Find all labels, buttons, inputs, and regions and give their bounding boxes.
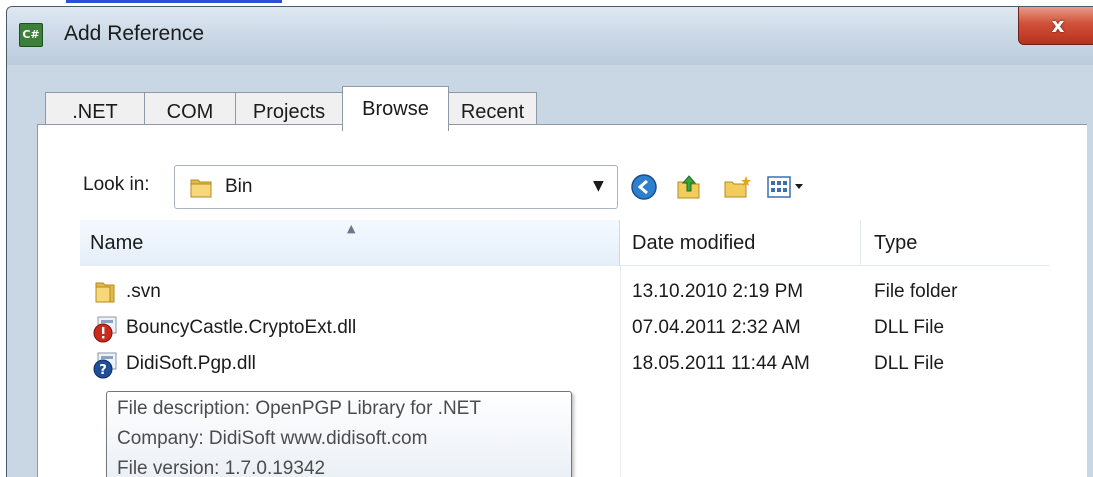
svg-text:?: ? [99,363,107,378]
file-row-bouncycastle[interactable]: BouncyCastle.CryptoExt.dll 07.04.2011 2:… [80,311,1050,347]
back-icon[interactable] [630,173,658,201]
column-divider [860,220,861,266]
tooltip-version: File version: 1.7.0.19342 [117,458,326,477]
file-type: File folder [874,281,958,302]
top-link-underline [66,0,282,3]
look-in-label: Look in: [83,174,150,195]
new-folder-icon[interactable] [722,173,752,201]
file-info-tooltip: File description: OpenPGP Library for .N… [106,391,572,477]
file-row-didisoft[interactable]: ? DidiSoft.Pgp.dll 18.05.2011 11:44 AM D… [80,347,1050,383]
file-name: DidiSoft.Pgp.dll [126,353,256,374]
tooltip-company: Company: DidiSoft www.didisoft.com [117,428,428,449]
file-type: DLL File [874,353,945,374]
file-name: .svn [126,281,161,302]
file-name: BouncyCastle.CryptoExt.dll [126,317,357,338]
tooltip-description: File description: OpenPGP Library for .N… [117,398,481,419]
file-date: 13.10.2010 2:19 PM [632,281,804,302]
folder-icon [95,282,115,303]
chevron-down-icon[interactable]: ▼ [593,178,604,194]
tab-browse[interactable]: Browse [342,86,449,131]
csharp-app-icon: C# [19,23,43,47]
dialog-title: Add Reference [64,22,205,45]
dll-info-icon: ? [93,352,117,379]
look-in-dropdown[interactable]: Bin ▼ [174,165,618,209]
title-bar: C# Add Reference x [7,7,1093,65]
column-header-name[interactable]: ▲ Name [80,220,620,266]
column-name-label: Name [90,232,144,254]
column-header-type[interactable]: Type [874,232,917,255]
close-button[interactable]: x [1018,7,1093,45]
file-type: DLL File [874,317,945,338]
view-menu-icon[interactable] [766,173,810,201]
file-date: 07.04.2011 2:32 AM [632,317,801,338]
sort-ascending-icon: ▲ [347,222,356,235]
column-header-date[interactable]: Date modified [632,232,755,255]
file-date: 18.05.2011 11:44 AM [632,353,810,374]
folder-icon [190,179,212,198]
dll-error-icon [93,316,117,343]
file-list-header: ▲ Name Date modified Type [80,220,1050,266]
up-folder-icon[interactable] [675,173,703,201]
file-row-svn[interactable]: .svn 13.10.2010 2:19 PM File folder [80,275,1050,311]
look-in-value: Bin [225,176,253,197]
